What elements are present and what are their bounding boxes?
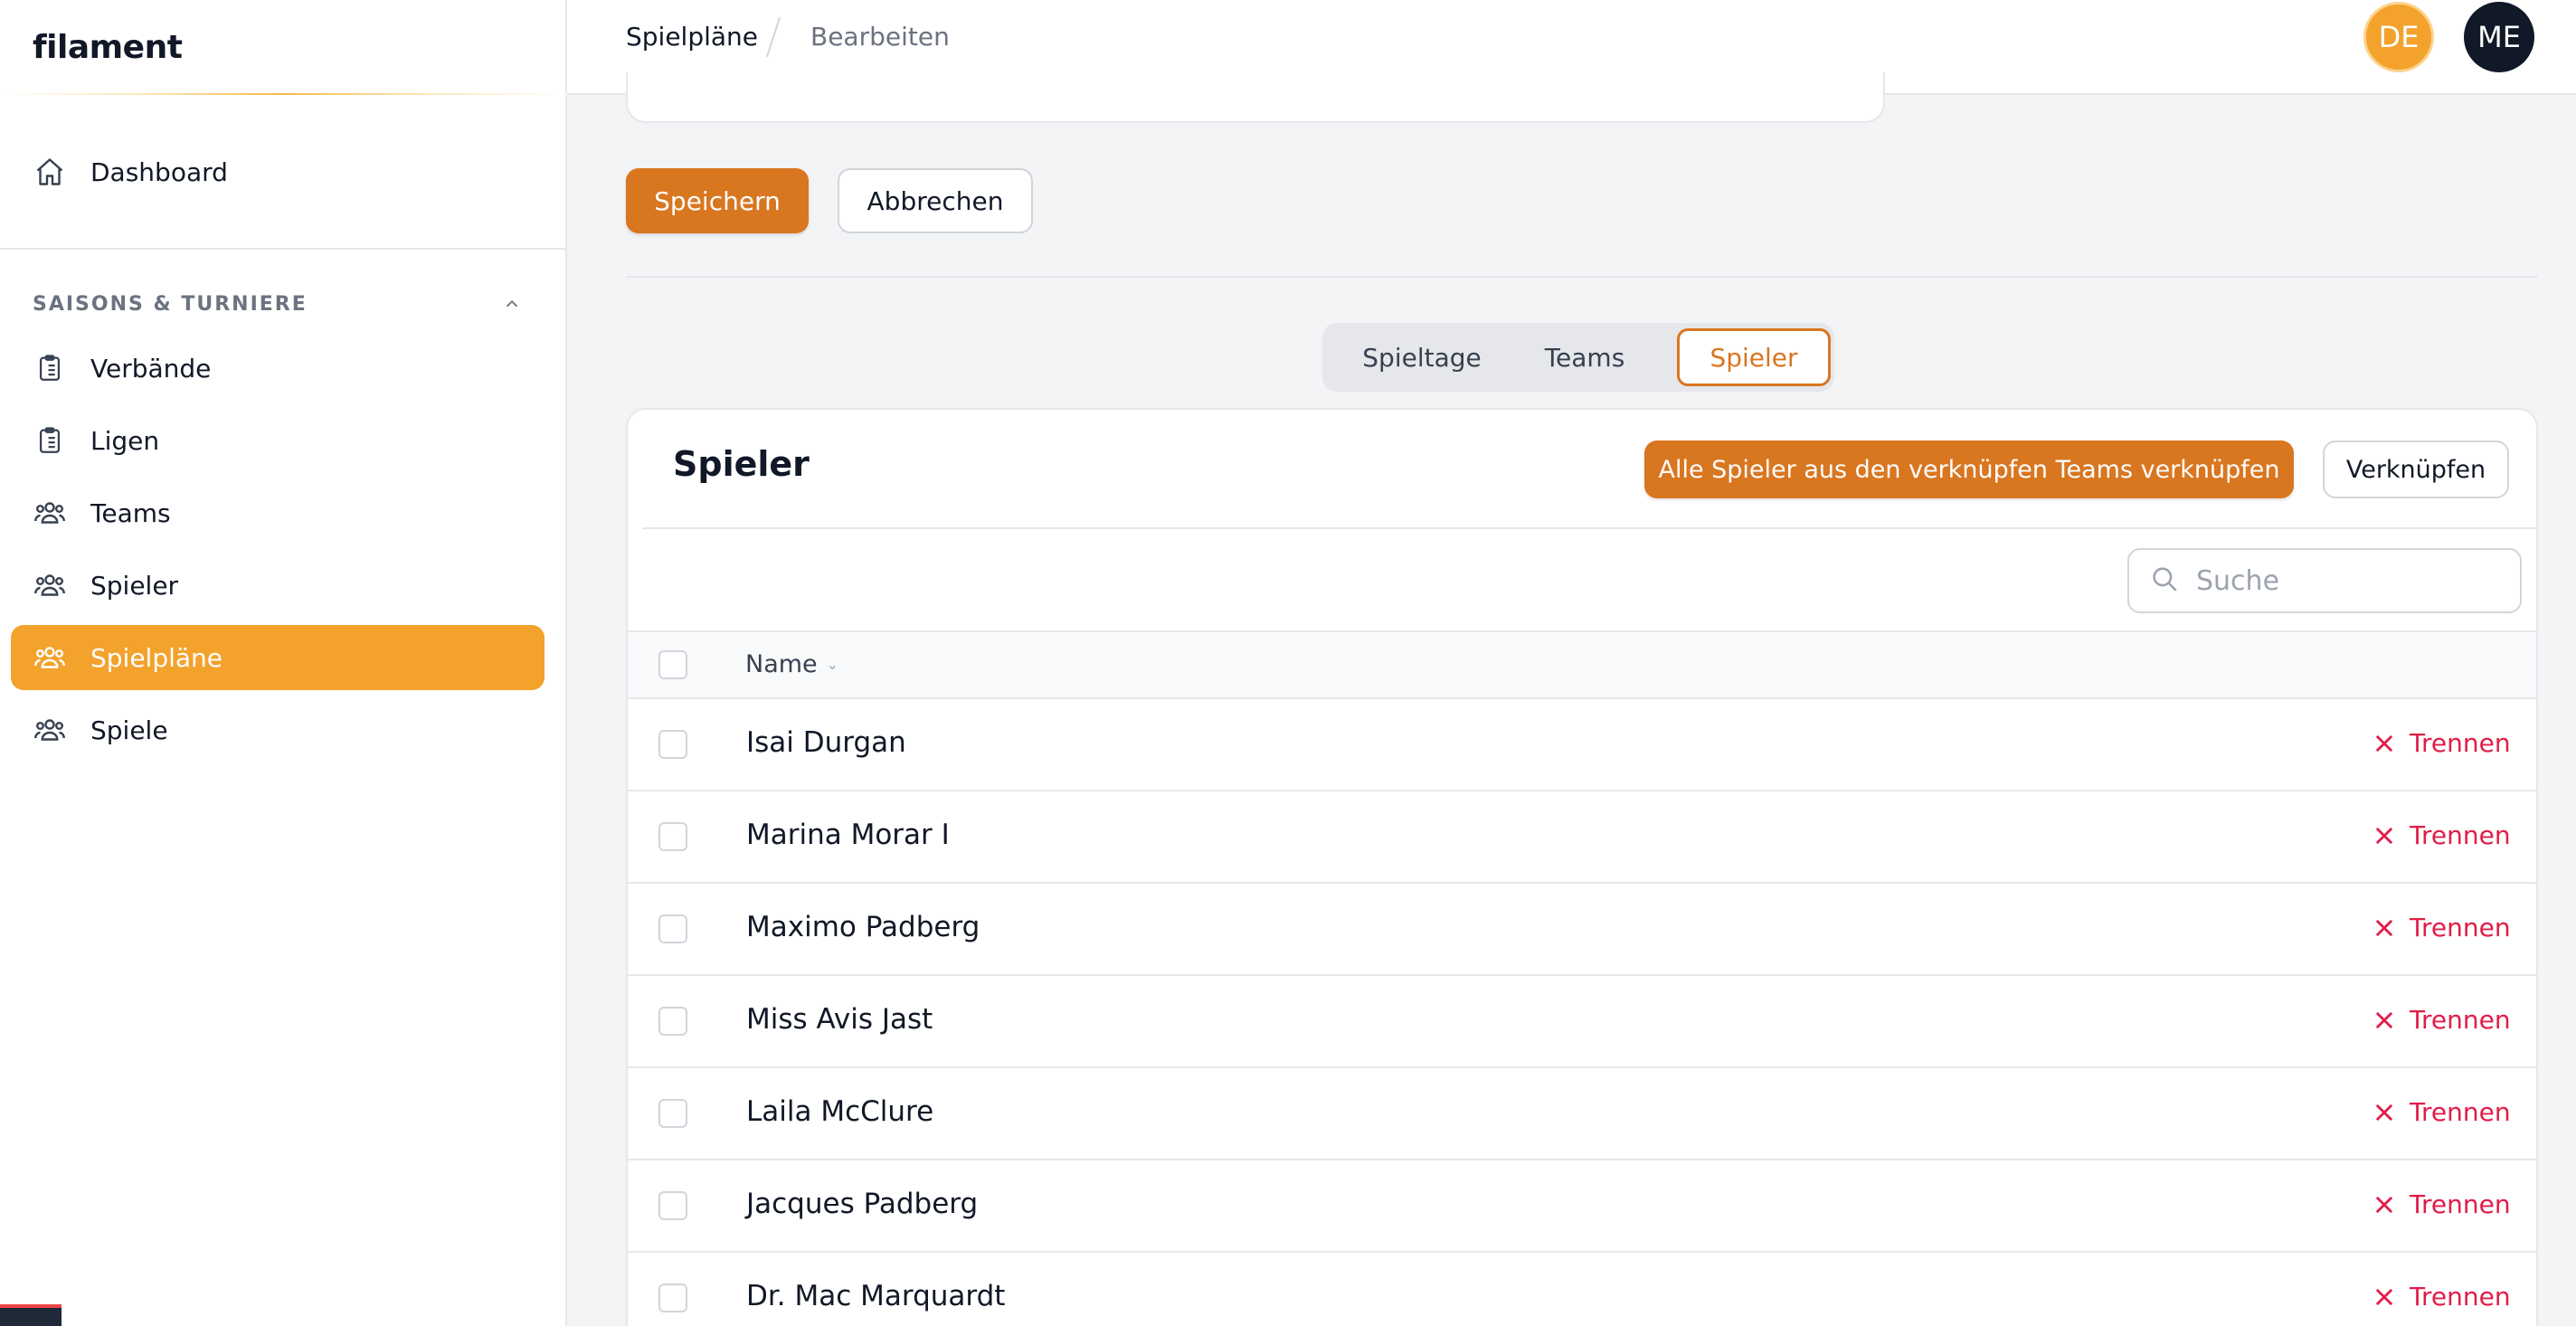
player-name: Jacques Padberg (746, 1188, 979, 1220)
player-name: Laila McClure (746, 1095, 934, 1128)
detach-button[interactable]: Trennen (2372, 820, 2511, 850)
panel-title: Spieler (673, 444, 810, 484)
detach-label: Trennen (2410, 1097, 2511, 1127)
row-checkbox[interactable] (658, 822, 687, 851)
tab-spieler[interactable]: Spieler (1677, 328, 1831, 386)
tab-spieltage[interactable]: Spieltage (1331, 328, 1512, 386)
attach-all-players-button[interactable]: Alle Spieler aus den verknüpfen Teams ve… (1644, 440, 2294, 498)
detach-button[interactable]: Trennen (2372, 1097, 2511, 1127)
language-switch-avatar[interactable]: DE (2363, 2, 2434, 72)
form-card (626, 72, 1885, 123)
sidebar-item-label: Spieler (90, 570, 179, 601)
nav-group-label: SAISONS & TURNIERE (33, 293, 308, 316)
close-icon (2375, 1011, 2393, 1028)
table-row[interactable]: Marina Morar I Trennen (628, 791, 2536, 884)
save-button[interactable]: Speichern (626, 168, 809, 233)
row-checkbox[interactable] (658, 1007, 687, 1036)
clipboard-list-icon (33, 423, 67, 458)
sidebar-divider (0, 248, 567, 250)
sidebar-item-spieler[interactable]: Spieler (11, 553, 545, 618)
sidebar: filament Dashboard SAISONS & TURNIERE Ve… (0, 0, 567, 1326)
table-row[interactable]: Dr. Mac Marquardt Trennen (628, 1253, 2536, 1326)
user-group-icon (33, 496, 67, 530)
attach-button[interactable]: Verknüpfen (2323, 440, 2509, 498)
detach-label: Trennen (2410, 913, 2511, 942)
close-icon (2375, 1288, 2393, 1305)
row-checkbox[interactable] (658, 914, 687, 943)
player-name: Miss Avis Jast (746, 1003, 933, 1036)
detach-label: Trennen (2410, 1005, 2511, 1035)
player-name: Marina Morar I (746, 819, 950, 851)
player-name: Isai Durgan (746, 726, 906, 759)
section-divider (626, 276, 2538, 278)
brand-logo[interactable]: filament (0, 0, 565, 95)
table-row[interactable]: Jacques Padberg Trennen (628, 1160, 2536, 1253)
close-icon (2375, 919, 2393, 936)
relation-tabs: Spieltage Teams Spieler (1322, 323, 1834, 392)
detach-label: Trennen (2410, 728, 2511, 758)
tab-teams[interactable]: Teams (1517, 328, 1653, 386)
cancel-button[interactable]: Abbrechen (838, 168, 1033, 233)
table-row[interactable]: Laila McClure Trennen (628, 1068, 2536, 1160)
detach-label: Trennen (2410, 820, 2511, 850)
sidebar-item-teams[interactable]: Teams (11, 480, 545, 545)
panel-header-divider (642, 527, 2536, 529)
sidebar-item-verbaende[interactable]: Verbände (11, 336, 545, 401)
close-icon (2375, 1196, 2393, 1213)
row-checkbox[interactable] (658, 1099, 687, 1128)
row-checkbox[interactable] (658, 1283, 687, 1312)
search-icon (2149, 564, 2180, 598)
sidebar-item-ligen[interactable]: Ligen (11, 408, 545, 473)
breadcrumb-bearbeiten: Bearbeiten (810, 22, 950, 52)
detach-label: Trennen (2410, 1189, 2511, 1219)
clipboard-list-icon (33, 351, 67, 385)
user-group-icon (33, 640, 67, 675)
brand-underline (0, 93, 567, 95)
sidebar-item-label: Spielpläne (90, 642, 223, 673)
chevron-up-icon[interactable] (499, 291, 525, 317)
sidebar-item-label: Spiele (90, 715, 168, 745)
close-icon (2375, 1103, 2393, 1121)
player-name: Maximo Padberg (746, 911, 980, 943)
table-row[interactable]: Isai Durgan Trennen (628, 699, 2536, 791)
breadcrumb-separator (765, 16, 781, 58)
row-checkbox[interactable] (658, 730, 687, 759)
user-group-icon (33, 568, 67, 602)
detach-button[interactable]: Trennen (2372, 1189, 2511, 1219)
column-header-name[interactable]: Name ⌄ (745, 650, 838, 678)
row-checkbox[interactable] (658, 1191, 687, 1220)
detach-button[interactable]: Trennen (2372, 913, 2511, 942)
detach-button[interactable]: Trennen (2372, 1005, 2511, 1035)
select-all-checkbox[interactable] (658, 650, 687, 679)
column-header-label: Name (745, 650, 818, 678)
user-avatar[interactable]: ME (2464, 2, 2534, 72)
sidebar-item-spielplaene[interactable]: Spielpläne (11, 625, 545, 690)
detach-button[interactable]: Trennen (2372, 728, 2511, 758)
debug-badge[interactable] (0, 1304, 62, 1326)
relation-manager-panel: Spieler Alle Spieler aus den verknüpfen … (626, 408, 2538, 1326)
player-name: Dr. Mac Marquardt (746, 1280, 1006, 1312)
sidebar-item-label: Teams (90, 497, 171, 528)
sidebar-item-label: Dashboard (90, 156, 228, 187)
close-icon (2375, 827, 2393, 844)
sidebar-item-spiele[interactable]: Spiele (11, 697, 545, 762)
search-input[interactable] (2196, 564, 2504, 597)
sidebar-item-label: Verbände (90, 353, 212, 384)
sidebar-item-label: Ligen (90, 425, 160, 456)
detach-label: Trennen (2410, 1282, 2511, 1312)
detach-button[interactable]: Trennen (2372, 1282, 2511, 1312)
breadcrumb-spielplaene[interactable]: Spielpläne (626, 22, 758, 52)
close-icon (2375, 734, 2393, 752)
table-row[interactable]: Maximo Padberg Trennen (628, 884, 2536, 976)
table-row[interactable]: Miss Avis Jast Trennen (628, 976, 2536, 1068)
chevron-down-icon: ⌄ (826, 656, 839, 673)
table-header: Name ⌄ (628, 630, 2536, 699)
user-group-icon (33, 713, 67, 747)
sidebar-item-dashboard[interactable]: Dashboard (11, 139, 545, 204)
home-icon (33, 155, 67, 189)
search-field[interactable] (2127, 548, 2522, 613)
